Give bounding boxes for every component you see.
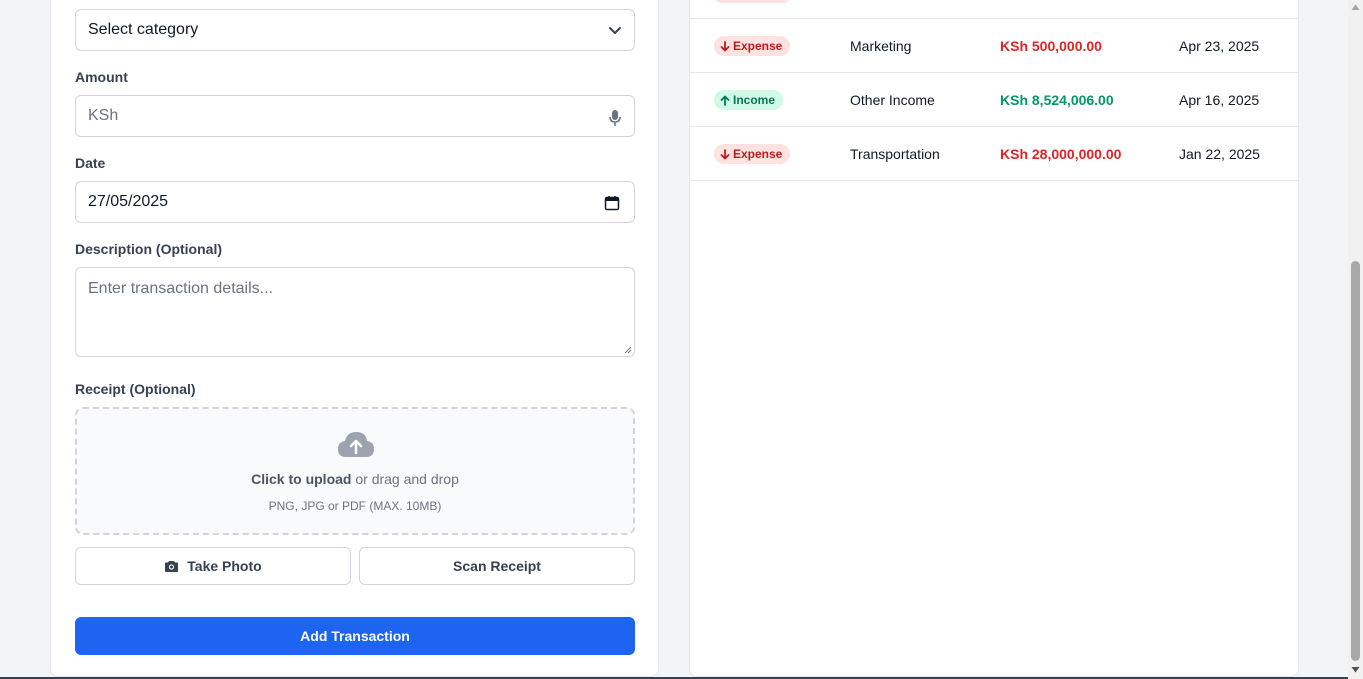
resize-handle-icon[interactable] bbox=[624, 346, 632, 354]
date-input[interactable]: 27/05/2025 bbox=[75, 181, 635, 223]
calendar-icon[interactable] bbox=[604, 195, 620, 211]
chevron-down-icon bbox=[609, 27, 621, 34]
badge-label: Income bbox=[733, 93, 776, 107]
description-label: Description (Optional) bbox=[75, 241, 222, 257]
table-row-partial bbox=[690, 0, 1298, 19]
badge-label: Expense bbox=[733, 39, 783, 53]
description-placeholder: Enter transaction details... bbox=[88, 280, 273, 297]
arrow-up-icon bbox=[720, 95, 730, 106]
camera-icon bbox=[165, 560, 179, 572]
scan-receipt-label: Scan Receipt bbox=[453, 558, 541, 574]
status-badge-expense: Expense bbox=[714, 36, 791, 56]
transaction-amount: KSh 500,000.00 bbox=[1000, 38, 1102, 54]
upload-instructions: Click to upload or drag and drop bbox=[77, 471, 633, 487]
arrow-down-icon bbox=[720, 148, 730, 159]
scroll-up-icon[interactable] bbox=[1351, 3, 1360, 11]
upload-link[interactable]: Click to upload bbox=[251, 471, 351, 487]
transactions-list: Expense Marketing KSh 500,000.00 Apr 23,… bbox=[689, 0, 1299, 677]
table-row[interactable]: Income Other Income KSh 8,524,006.00 Apr… bbox=[690, 73, 1298, 127]
table-row[interactable]: Expense Marketing KSh 500,000.00 Apr 23,… bbox=[690, 19, 1298, 73]
category-select[interactable]: Select category bbox=[75, 9, 635, 51]
add-transaction-form: Select category Amount KSh Date 27/05/20… bbox=[50, 0, 659, 677]
description-textarea[interactable]: Enter transaction details... bbox=[75, 267, 635, 357]
page-scrollbar[interactable] bbox=[1348, 0, 1363, 679]
microphone-icon[interactable] bbox=[608, 109, 622, 127]
add-transaction-button[interactable]: Add Transaction bbox=[75, 617, 635, 655]
status-badge-expense: Expense bbox=[714, 144, 791, 164]
scrollbar-thumb[interactable] bbox=[1351, 261, 1360, 661]
take-photo-button[interactable]: Take Photo bbox=[75, 547, 351, 585]
add-transaction-label: Add Transaction bbox=[300, 628, 410, 644]
cloud-upload-icon bbox=[338, 432, 374, 457]
category-select-value: Select category bbox=[88, 21, 199, 38]
amount-placeholder: KSh bbox=[88, 107, 119, 124]
table-row[interactable]: Expense Transportation KSh 28,000,000.00… bbox=[690, 127, 1298, 181]
transaction-date: Apr 16, 2025 bbox=[1179, 92, 1260, 108]
upload-hint: PNG, JPG or PDF (MAX. 10MB) bbox=[268, 499, 442, 513]
date-label: Date bbox=[75, 155, 106, 171]
scan-receipt-button[interactable]: Scan Receipt bbox=[359, 547, 635, 585]
status-badge-partial bbox=[714, 0, 791, 3]
upload-rest-text: or drag and drop bbox=[351, 471, 459, 487]
transaction-amount: KSh 28,000,000.00 bbox=[1000, 146, 1122, 162]
transaction-category: Marketing bbox=[850, 38, 912, 54]
receipt-dropzone[interactable]: Click to upload or drag and drop PNG, JP… bbox=[75, 407, 635, 535]
transaction-amount: KSh 8,524,006.00 bbox=[1000, 92, 1114, 108]
amount-input[interactable]: KSh bbox=[75, 95, 635, 137]
amount-label: Amount bbox=[75, 69, 128, 85]
scroll-down-icon[interactable] bbox=[1351, 666, 1360, 674]
transaction-date: Jan 22, 2025 bbox=[1179, 146, 1260, 162]
transaction-category: Transportation bbox=[850, 146, 940, 162]
date-value: 27/05/2025 bbox=[88, 193, 169, 210]
transaction-category: Other Income bbox=[850, 92, 935, 108]
receipt-label: Receipt (Optional) bbox=[75, 381, 196, 397]
status-badge-income: Income bbox=[714, 90, 784, 110]
transaction-date: Apr 23, 2025 bbox=[1179, 38, 1260, 54]
take-photo-label: Take Photo bbox=[187, 558, 262, 574]
badge-label: Expense bbox=[733, 147, 783, 161]
arrow-down-icon bbox=[720, 40, 730, 51]
